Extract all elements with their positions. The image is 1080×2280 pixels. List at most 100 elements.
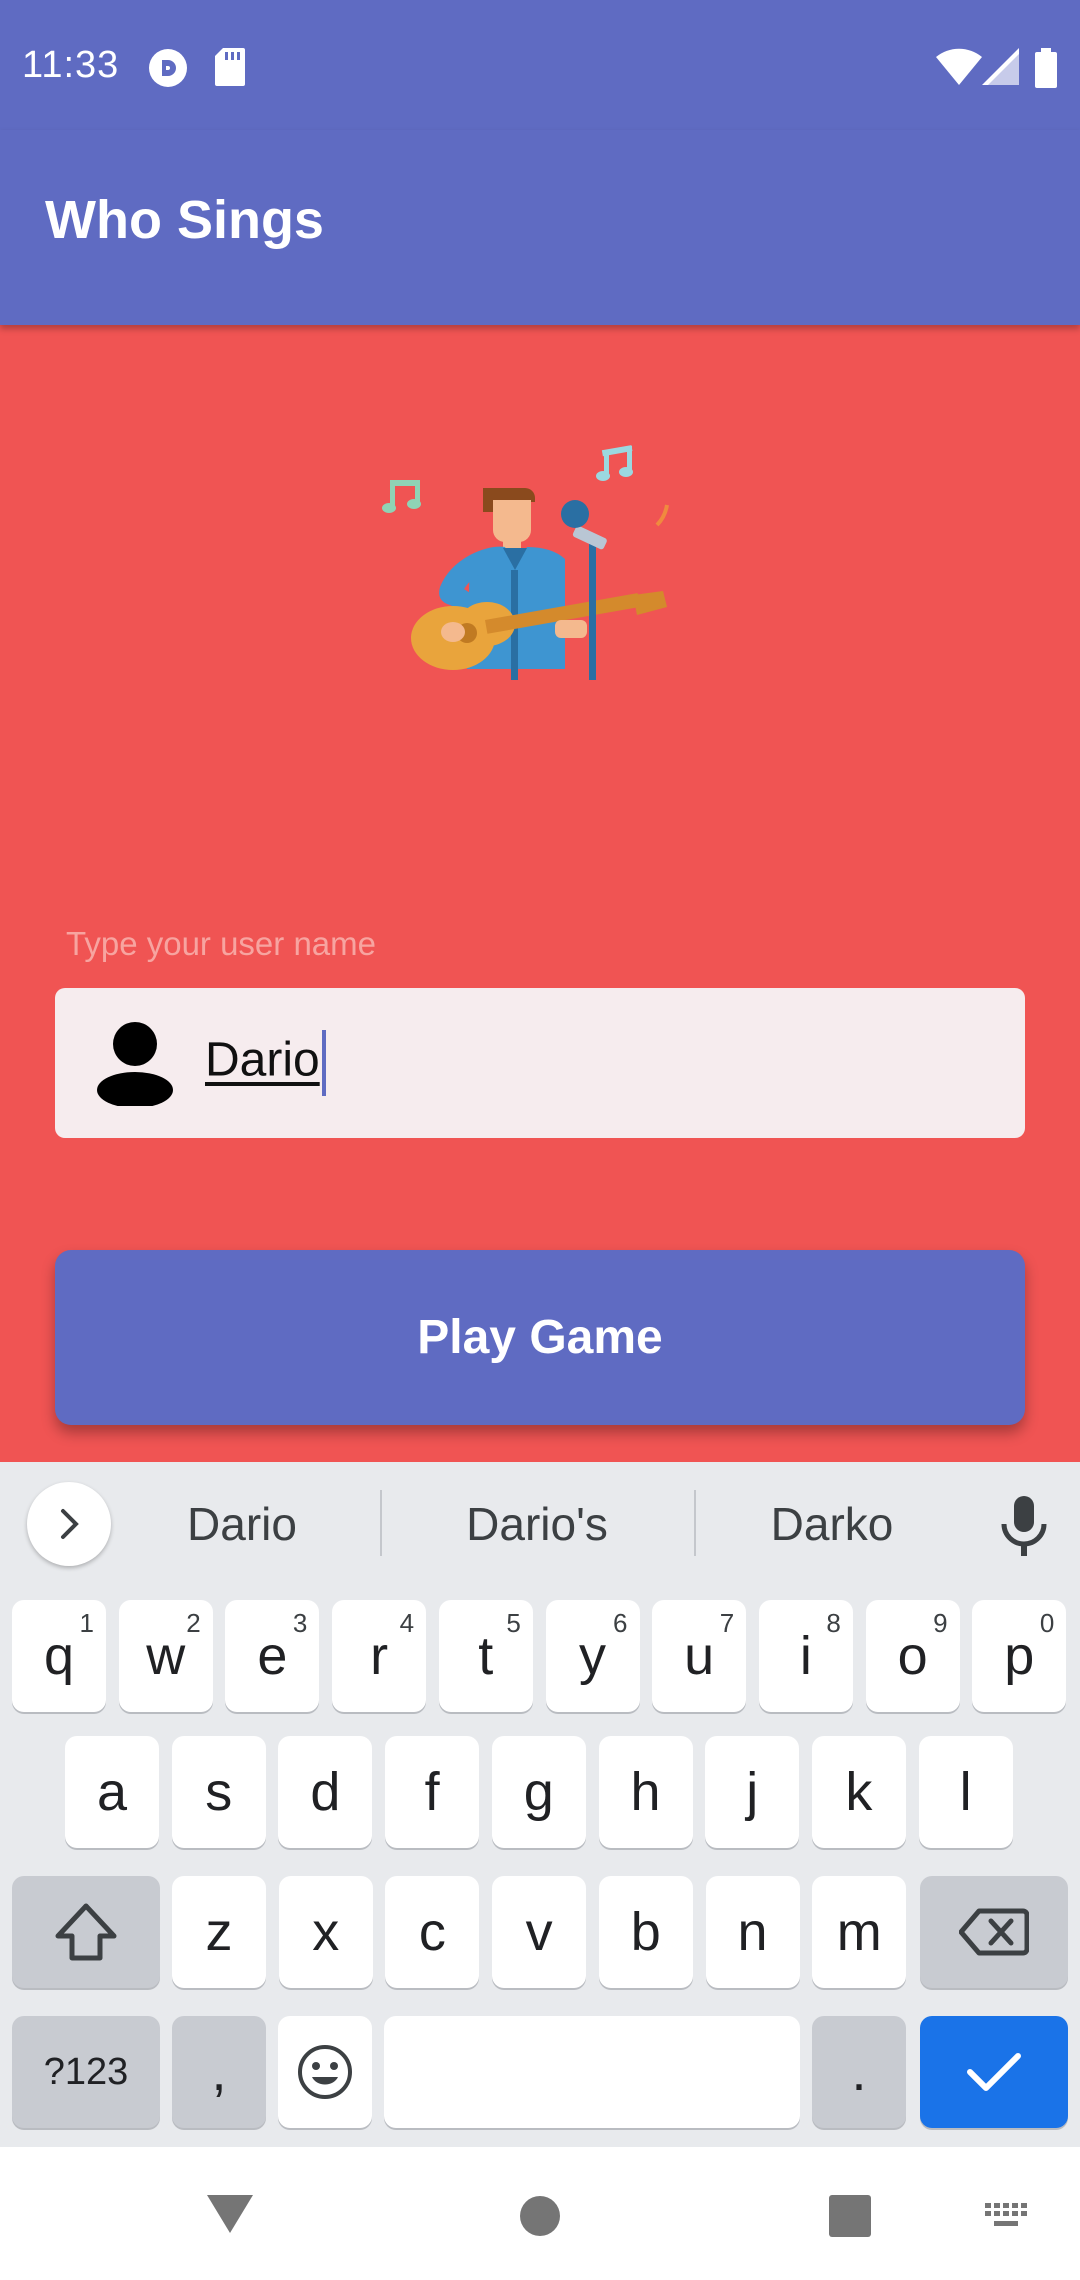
soft-keyboard: Dario Dario's Darko q1w2e3r4t5y6u7i8o9p0… xyxy=(0,1462,1080,2147)
emoji-icon xyxy=(298,2045,352,2099)
space-key[interactable] xyxy=(384,2016,800,2128)
key-label: x xyxy=(312,1902,340,1962)
key-t[interactable]: t5 xyxy=(438,1600,533,1712)
key-label: . xyxy=(851,2042,867,2102)
key-hint: 0 xyxy=(1039,1608,1055,1638)
key-label: a xyxy=(96,1762,128,1822)
period-key[interactable]: . xyxy=(812,2016,906,2128)
key-i[interactable]: i8 xyxy=(758,1600,853,1712)
signal-icon xyxy=(982,48,1020,91)
key-label: m xyxy=(836,1902,882,1962)
key-hint: 6 xyxy=(613,1608,628,1638)
key-y[interactable]: y6 xyxy=(545,1600,640,1712)
emoji-key[interactable] xyxy=(278,2016,372,2128)
key-label: ?123 xyxy=(43,2050,129,2093)
suggestion-item[interactable]: Dario xyxy=(187,1497,297,1551)
key-label: z xyxy=(205,1902,233,1962)
navigation-bar xyxy=(0,2147,1080,2280)
key-l[interactable]: l xyxy=(918,1736,1013,1848)
key-label: j xyxy=(746,1762,759,1822)
key-a[interactable]: a xyxy=(65,1736,159,1848)
key-label: e xyxy=(257,1626,288,1686)
key-d[interactable]: d xyxy=(278,1736,373,1848)
recents-icon[interactable] xyxy=(829,2195,871,2242)
shift-icon xyxy=(55,1903,117,1961)
keyboard-switch-icon[interactable] xyxy=(985,2203,1029,2236)
backspace-key[interactable] xyxy=(920,1876,1068,1988)
shift-key[interactable] xyxy=(12,1876,160,1988)
keyboard-expand-button[interactable] xyxy=(27,1482,111,1566)
key-label: b xyxy=(630,1902,661,1962)
key-label: d xyxy=(310,1762,341,1822)
singer-illustration xyxy=(375,430,695,750)
key-s[interactable]: s xyxy=(171,1736,266,1848)
suggestion-bar: Dario Dario's Darko xyxy=(0,1462,1080,1582)
key-hint: 1 xyxy=(79,1608,94,1638)
key-label: p xyxy=(1004,1626,1035,1686)
key-q[interactable]: q1 xyxy=(12,1600,106,1712)
key-n[interactable]: n xyxy=(705,1876,800,1988)
key-label: t xyxy=(478,1626,494,1686)
suggestion-item[interactable]: Dario's xyxy=(466,1497,608,1551)
key-f[interactable]: f xyxy=(385,1736,480,1848)
key-v[interactable]: v xyxy=(492,1876,587,1988)
key-hint: 4 xyxy=(399,1608,415,1638)
back-icon[interactable] xyxy=(205,2193,255,2240)
username-input[interactable]: Dario xyxy=(55,988,1025,1138)
music-note-icon xyxy=(596,445,633,481)
battery-icon xyxy=(1035,48,1057,93)
play-game-button[interactable]: Play Game xyxy=(55,1250,1025,1425)
enter-key[interactable] xyxy=(920,2016,1068,2128)
home-icon[interactable] xyxy=(519,2195,561,2242)
key-label: s xyxy=(205,1762,233,1822)
key-label: y xyxy=(579,1626,606,1686)
suggestion-item[interactable]: Darko xyxy=(771,1497,894,1551)
key-p[interactable]: p0 xyxy=(972,1600,1067,1712)
key-label: h xyxy=(630,1762,661,1822)
key-label: c xyxy=(418,1902,446,1962)
key-u[interactable]: u7 xyxy=(652,1600,747,1712)
suggestion-divider xyxy=(380,1490,382,1556)
text-caret xyxy=(321,1030,326,1096)
key-r[interactable]: r4 xyxy=(332,1600,427,1712)
username-value[interactable]: Dario xyxy=(205,1030,326,1096)
status-time: 11:33 xyxy=(22,44,120,86)
key-m[interactable]: m xyxy=(812,1876,907,1988)
checkmark-icon xyxy=(967,2053,1021,2091)
key-label: n xyxy=(737,1902,768,1962)
comma-key[interactable]: , xyxy=(172,2016,266,2128)
key-hint: 7 xyxy=(719,1608,735,1638)
key-label: k xyxy=(845,1762,873,1822)
key-label: g xyxy=(523,1762,554,1822)
key-hint: 9 xyxy=(933,1608,948,1638)
key-e[interactable]: e3 xyxy=(225,1600,320,1712)
username-label: Type your user name xyxy=(66,925,376,962)
key-j[interactable]: j xyxy=(705,1736,800,1848)
key-hint: 5 xyxy=(506,1608,521,1638)
key-g[interactable]: g xyxy=(491,1736,586,1848)
status-bar: 11:33 xyxy=(0,0,1080,130)
key-label: r xyxy=(370,1626,389,1686)
key-z[interactable]: z xyxy=(172,1876,266,1988)
key-b[interactable]: b xyxy=(598,1876,693,1988)
pocket-casts-icon xyxy=(148,48,188,93)
symbols-key[interactable]: ?123 xyxy=(12,2016,160,2128)
key-w[interactable]: w2 xyxy=(118,1600,213,1712)
wifi-icon xyxy=(936,48,982,91)
microphone-icon[interactable] xyxy=(1000,1496,1048,1556)
key-k[interactable]: k xyxy=(811,1736,906,1848)
key-label: v xyxy=(525,1902,553,1962)
key-c[interactable]: c xyxy=(385,1876,480,1988)
key-hint: 2 xyxy=(186,1608,201,1638)
key-label: q xyxy=(43,1626,75,1686)
key-x[interactable]: x xyxy=(278,1876,373,1988)
sd-card-icon xyxy=(215,48,245,91)
key-o[interactable]: o9 xyxy=(865,1600,960,1712)
suggestion-divider xyxy=(694,1490,696,1556)
key-h[interactable]: h xyxy=(598,1736,693,1848)
key-label: f xyxy=(424,1762,440,1822)
key-hint: 8 xyxy=(826,1608,841,1638)
person-icon xyxy=(95,1020,175,1108)
app-title: Who Sings xyxy=(45,190,324,250)
key-label: l xyxy=(959,1762,972,1822)
